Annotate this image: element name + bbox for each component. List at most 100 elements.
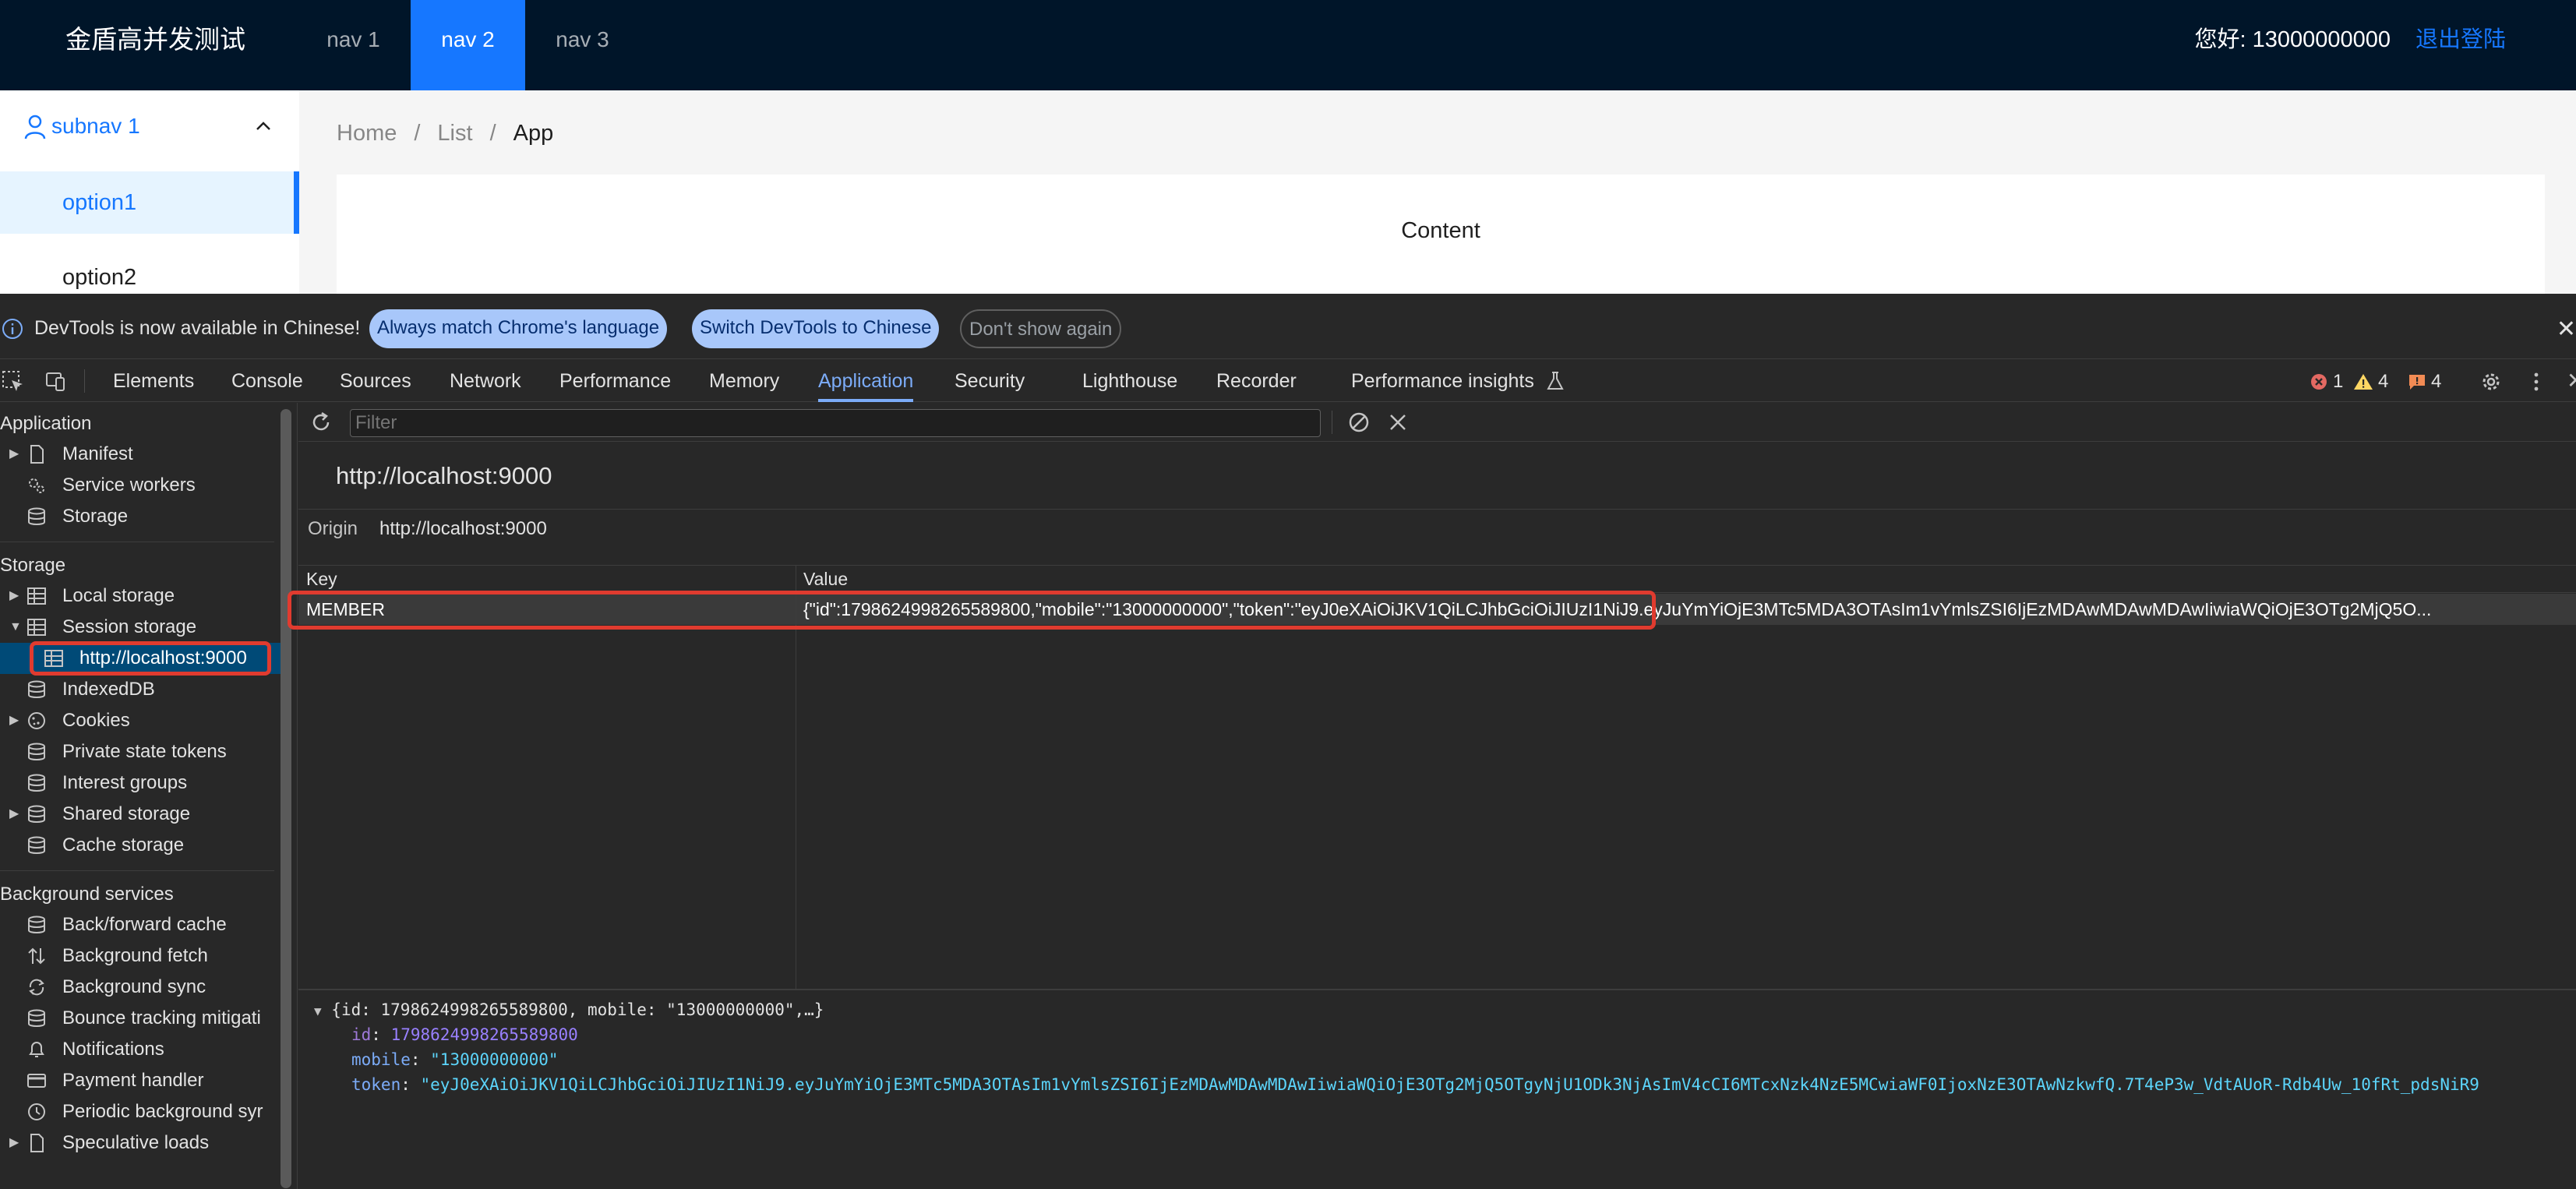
delete-selected-icon[interactable]: [1388, 412, 1408, 432]
sidebar-item-speculative-loads[interactable]: ▶ Speculative loads: [0, 1127, 281, 1159]
expand-arrow-icon[interactable]: ▶: [9, 439, 19, 470]
sidebar-item-interest-groups[interactable]: Interest groups: [0, 767, 281, 799]
sidebar-item-bounce-tracking[interactable]: Bounce tracking mitigati: [0, 1003, 281, 1034]
sidebar-label: Background fetch: [62, 945, 208, 966]
expand-arrow-icon[interactable]: ▶: [9, 1127, 19, 1159]
sidebar-label: Speculative loads: [62, 1132, 210, 1153]
tab-elements[interactable]: Elements: [113, 360, 194, 402]
sidebar-item-periodic-background-sync[interactable]: Periodic background syr: [0, 1096, 281, 1127]
clock-icon: [28, 1103, 45, 1120]
logout-link[interactable]: 退出登陆: [2415, 23, 2506, 56]
tab-security[interactable]: Security: [955, 360, 1025, 402]
close-devtools-icon[interactable]: ✕: [2567, 368, 2576, 393]
value-preview: ▼ {id: 1798624998265589800, mobile: "130…: [298, 989, 2576, 1189]
sidebar-label: Back/forward cache: [62, 914, 227, 935]
user-icon: [24, 115, 46, 139]
subnav-label: subnav 1: [51, 114, 140, 138]
expand-arrow-icon[interactable]: ▶: [9, 705, 19, 736]
breadcrumb-list[interactable]: List: [437, 118, 472, 149]
nav-item-3[interactable]: nav 3: [525, 0, 640, 90]
more-options-icon[interactable]: [2525, 370, 2548, 393]
app-sider: subnav 1 option1 option2: [0, 90, 299, 294]
collapse-arrow-icon[interactable]: ▼: [314, 1004, 322, 1018]
clear-all-icon[interactable]: [1347, 411, 1371, 434]
column-header-value[interactable]: Value: [803, 566, 848, 592]
warning-counter[interactable]: 4: [2353, 369, 2388, 394]
device-toolbar-icon[interactable]: [44, 370, 67, 393]
tab-memory[interactable]: Memory: [709, 360, 779, 402]
breadcrumb-home[interactable]: Home: [337, 118, 397, 149]
origin-label: Origin: [308, 518, 358, 539]
sidebar-item-manifest[interactable]: ▶ Manifest: [0, 439, 281, 470]
credit-card-icon: [27, 1074, 46, 1088]
tab-performance-insights[interactable]: Performance insights: [1351, 360, 1534, 402]
database-icon: [28, 805, 45, 823]
breadcrumb-separator: /: [489, 121, 496, 146]
sidebar-item-storage[interactable]: Storage: [0, 501, 281, 532]
tab-network[interactable]: Network: [450, 360, 521, 402]
match-language-button[interactable]: Always match Chrome's language: [369, 309, 668, 348]
database-icon: [28, 916, 45, 933]
database-icon: [28, 743, 45, 760]
highlight-annotation: [288, 591, 1656, 630]
sidebar-item-service-workers[interactable]: Service workers: [0, 470, 281, 501]
chevron-up-icon: [256, 122, 270, 130]
tab-performance[interactable]: Performance: [559, 360, 671, 402]
section-storage: Storage: [0, 555, 66, 576]
sidebar-item-cookies[interactable]: ▶ Cookies: [0, 705, 281, 736]
sidebar-label: Bounce tracking mitigati: [62, 1007, 261, 1028]
storage-toolbar: [298, 403, 2576, 442]
tab-application[interactable]: Application: [818, 360, 914, 402]
settings-gear-icon[interactable]: [2479, 370, 2503, 393]
preview-value: "eyJ0eXAiOiJKV1QiLCJhbGciOiJIUzI1NiJ9.ey…: [420, 1075, 2479, 1094]
tab-lighthouse[interactable]: Lighthouse: [1082, 360, 1177, 402]
dont-show-again-button[interactable]: Don't show again: [960, 309, 1122, 348]
subnav-1[interactable]: subnav 1: [0, 90, 299, 165]
column-header-key[interactable]: Key: [306, 566, 337, 592]
tab-sources[interactable]: Sources: [340, 360, 411, 402]
sidebar-scrollbar[interactable]: [281, 409, 291, 1188]
issues-counter[interactable]: 4: [2408, 369, 2441, 394]
filter-input[interactable]: [350, 409, 1321, 437]
origin-value: http://localhost:9000: [379, 518, 547, 539]
nav-item-1[interactable]: nav 1: [296, 0, 411, 90]
banner-text: DevTools is now available in Chinese!: [34, 317, 361, 339]
sidebar-item-session-storage[interactable]: ▼ Session storage: [0, 612, 281, 643]
tab-console[interactable]: Console: [231, 360, 303, 402]
sidebar-item-background-sync[interactable]: Background sync: [0, 972, 281, 1003]
sidebar-item-shared-storage[interactable]: ▶ Shared storage: [0, 799, 281, 830]
sidebar-item-notifications[interactable]: Notifications: [0, 1034, 281, 1065]
sidebar-item-back-forward-cache[interactable]: Back/forward cache: [0, 909, 281, 940]
expand-arrow-icon[interactable]: ▶: [9, 799, 19, 830]
expand-arrow-icon[interactable]: ▶: [9, 580, 19, 612]
error-counter[interactable]: 1: [2310, 369, 2343, 394]
sidebar-item-background-fetch[interactable]: Background fetch: [0, 940, 281, 972]
sidebar-item-cache-storage[interactable]: Cache storage: [0, 830, 281, 861]
app-main: Home / List / App Content: [299, 90, 2576, 294]
sidebar-item-payment-handler[interactable]: Payment handler: [0, 1065, 281, 1096]
sidebar-item-private-state-tokens[interactable]: Private state tokens: [0, 736, 281, 767]
warning-count: 4: [2378, 371, 2389, 392]
storage-viewer: http://localhost:9000 Origin http://loca…: [288, 403, 2576, 1189]
inspect-element-icon[interactable]: [2, 370, 25, 393]
sidebar-label: Cookies: [62, 710, 130, 731]
info-icon: [2, 319, 23, 339]
sidebar-item-indexeddb[interactable]: IndexedDB: [0, 674, 281, 705]
menu-option-2[interactable]: option2: [0, 246, 299, 294]
user-greeting: 您好: 13000000000: [2194, 27, 2391, 52]
refresh-icon[interactable]: [309, 411, 333, 434]
highlight-annotation: [30, 641, 271, 676]
preview-summary[interactable]: ▼ {id: 1798624998265589800, mobile: "130…: [314, 998, 824, 1023]
close-icon[interactable]: ✕: [2557, 316, 2576, 343]
collapse-arrow-icon[interactable]: ▼: [9, 612, 22, 643]
nav-item-2[interactable]: nav 2: [411, 0, 525, 90]
database-icon: [28, 836, 45, 854]
tab-recorder[interactable]: Recorder: [1216, 360, 1297, 402]
menu-option-1[interactable]: option1: [0, 171, 299, 234]
bell-icon: [29, 1042, 44, 1057]
table-icon: [27, 587, 46, 605]
content-card: Content: [337, 175, 2545, 294]
switch-language-button[interactable]: Switch DevTools to Chinese: [692, 309, 940, 348]
sidebar-item-local-storage[interactable]: ▶ Local storage: [0, 580, 281, 612]
document-icon: [30, 1134, 44, 1152]
